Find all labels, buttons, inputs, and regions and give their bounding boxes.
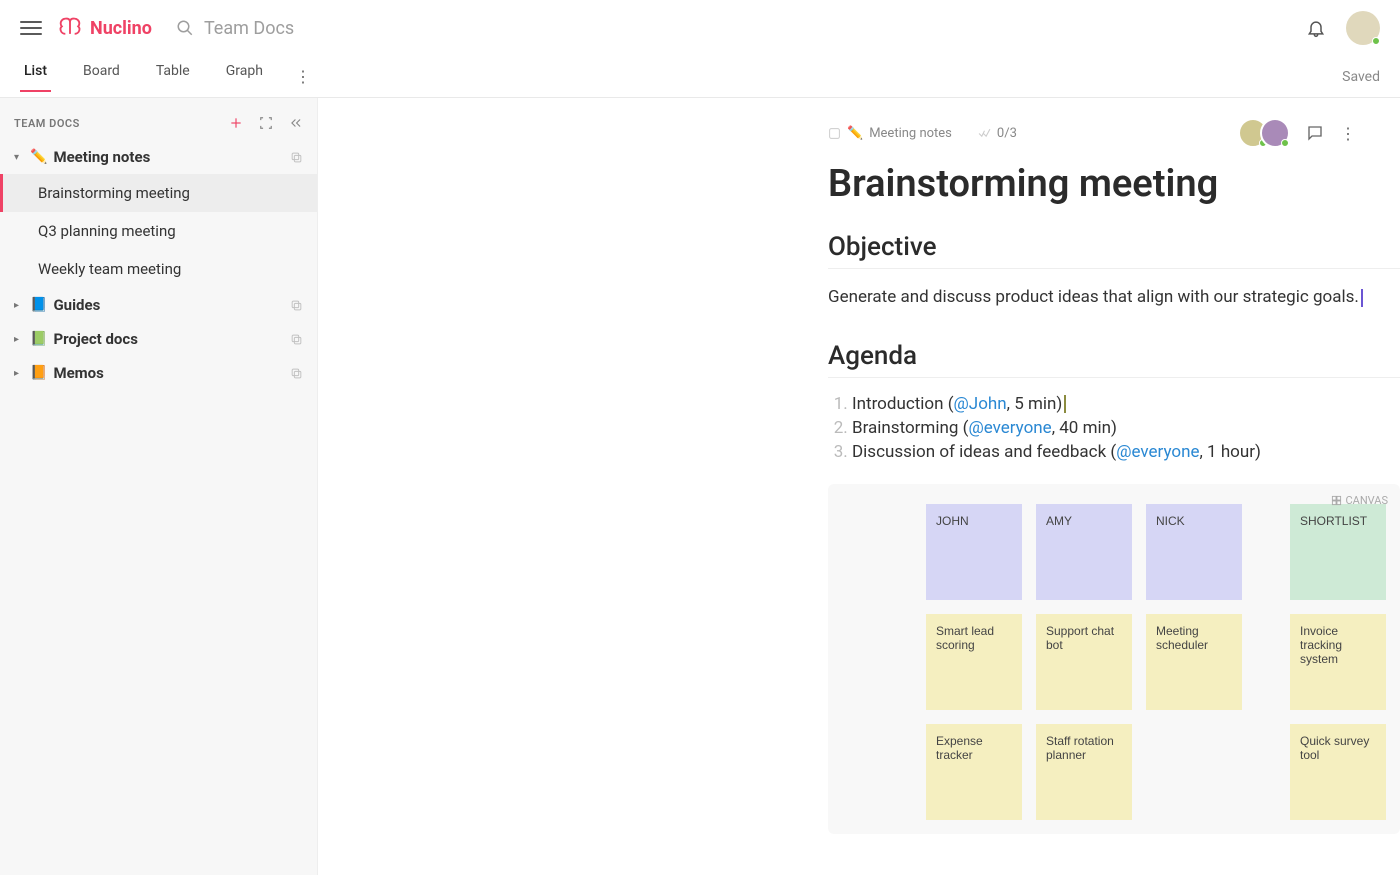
chevron-right-icon: ▸ — [14, 334, 24, 345]
expand-icon[interactable] — [259, 116, 273, 130]
canvas-block[interactable]: CANVAS JOHN Smart lead scoring Expense t… — [828, 484, 1400, 834]
save-status: Saved — [1342, 69, 1380, 85]
tab-board[interactable]: Board — [79, 63, 124, 91]
heading-agenda[interactable]: Agenda — [828, 341, 1400, 378]
sidebar-section-project-docs[interactable]: ▸ 📗 Project docs — [0, 322, 317, 356]
breadcrumb[interactable]: ✏️ Meeting notes — [828, 126, 952, 141]
tab-list[interactable]: List — [20, 63, 51, 91]
agenda-item[interactable]: Brainstorming (@everyone, 40 min) — [852, 418, 1400, 438]
objective-text: Generate and discuss product ideas that … — [828, 287, 1359, 307]
sticky-header-nick[interactable]: NICK — [1146, 504, 1242, 600]
tab-table[interactable]: Table — [152, 63, 194, 91]
sticky-header-shortlist[interactable]: SHORTLIST — [1290, 504, 1386, 600]
sidebar-page-q3[interactable]: Q3 planning meeting — [0, 212, 317, 250]
agenda-item[interactable]: Introduction (@John, 5 min) — [852, 394, 1400, 414]
copy-icon[interactable] — [290, 151, 303, 164]
sidebar-page-weekly[interactable]: Weekly team meeting — [0, 250, 317, 288]
tasks-count[interactable]: 0/3 — [978, 126, 1017, 141]
objective-paragraph[interactable]: Generate and discuss product ideas that … — [828, 285, 1400, 311]
brain-icon — [56, 14, 84, 42]
sticky-note[interactable]: Support chat bot — [1036, 614, 1132, 710]
hamburger-menu[interactable] — [20, 17, 42, 39]
sidebar-item-label: Meeting notes — [53, 148, 284, 166]
doc-more-button[interactable]: ⋮ — [1340, 124, 1356, 143]
chevron-right-icon: ▸ — [14, 300, 24, 311]
square-icon — [828, 127, 841, 140]
sticky-note[interactable]: Smart lead scoring — [926, 614, 1022, 710]
canvas-badge: CANVAS — [1331, 494, 1389, 507]
sticky-header-amy[interactable]: AMY — [1036, 504, 1132, 600]
sidebar-section-memos[interactable]: ▸ 📙 Memos — [0, 356, 317, 390]
sidebar-page-brainstorming[interactable]: Brainstorming meeting — [0, 174, 317, 212]
page-title[interactable]: Brainstorming meeting — [828, 162, 1400, 206]
copy-icon[interactable] — [290, 333, 303, 346]
collaborator-cursor — [1064, 395, 1066, 413]
user-mention[interactable]: @everyone — [968, 418, 1051, 438]
book-green-icon: 📗 — [30, 331, 47, 347]
chevron-right-icon: ▸ — [14, 368, 24, 379]
search-icon — [176, 19, 194, 37]
workspace-name: Team Docs — [204, 18, 294, 39]
book-blue-icon: 📘 — [30, 297, 47, 313]
sidebar-item-label: Guides — [53, 296, 284, 314]
user-mention[interactable]: @John — [954, 394, 1007, 414]
book-orange-icon: 📙 — [30, 365, 47, 381]
sidebar-item-label: Memos — [53, 364, 284, 382]
tasks-count-value: 0/3 — [997, 126, 1017, 141]
online-dot — [1372, 37, 1380, 45]
add-item-button[interactable] — [229, 116, 243, 130]
collapse-sidebar-icon[interactable] — [289, 116, 303, 130]
sidebar-item-label: Project docs — [53, 330, 284, 348]
search-box[interactable]: Team Docs — [176, 18, 294, 39]
collaborator-avatars[interactable] — [1238, 118, 1290, 148]
collaborator-cursor — [1361, 289, 1363, 307]
tab-graph[interactable]: Graph — [222, 63, 267, 91]
user-mention[interactable]: @everyone — [1116, 442, 1199, 462]
tab-more-button[interactable]: ⋮ — [295, 67, 311, 86]
sidebar-section-guides[interactable]: ▸ 📘 Guides — [0, 288, 317, 322]
heading-objective[interactable]: Objective — [828, 232, 1400, 269]
collaborator-avatar[interactable] — [1260, 118, 1290, 148]
sticky-note[interactable]: Staff rotation planner — [1036, 724, 1132, 820]
pencil-icon: ✏️ — [30, 149, 47, 165]
sticky-note[interactable]: Quick survey tool — [1290, 724, 1386, 820]
sticky-note[interactable]: Invoice tracking system — [1290, 614, 1386, 710]
sticky-note[interactable]: Meeting scheduler — [1146, 614, 1242, 710]
bell-icon[interactable] — [1306, 18, 1326, 38]
comments-icon[interactable] — [1306, 124, 1324, 142]
copy-icon[interactable] — [290, 299, 303, 312]
brand-logo[interactable]: Nuclino — [56, 14, 152, 42]
check-icon — [978, 127, 991, 140]
pencil-icon: ✏️ — [847, 126, 863, 141]
current-user-avatar[interactable] — [1346, 11, 1380, 45]
sticky-note[interactable]: Expense tracker — [926, 724, 1022, 820]
copy-icon[interactable] — [290, 367, 303, 380]
breadcrumb-parent: Meeting notes — [869, 126, 952, 141]
sticky-header-john[interactable]: JOHN — [926, 504, 1022, 600]
brand-name: Nuclino — [90, 18, 152, 39]
agenda-item[interactable]: Discussion of ideas and feedback (@every… — [852, 442, 1400, 462]
sidebar-title: TEAM DOCS — [14, 117, 229, 130]
online-dot — [1281, 139, 1289, 147]
chevron-down-icon: ▾ — [14, 152, 24, 163]
sidebar-section-meeting-notes[interactable]: ▾ ✏️ Meeting notes — [0, 140, 317, 174]
